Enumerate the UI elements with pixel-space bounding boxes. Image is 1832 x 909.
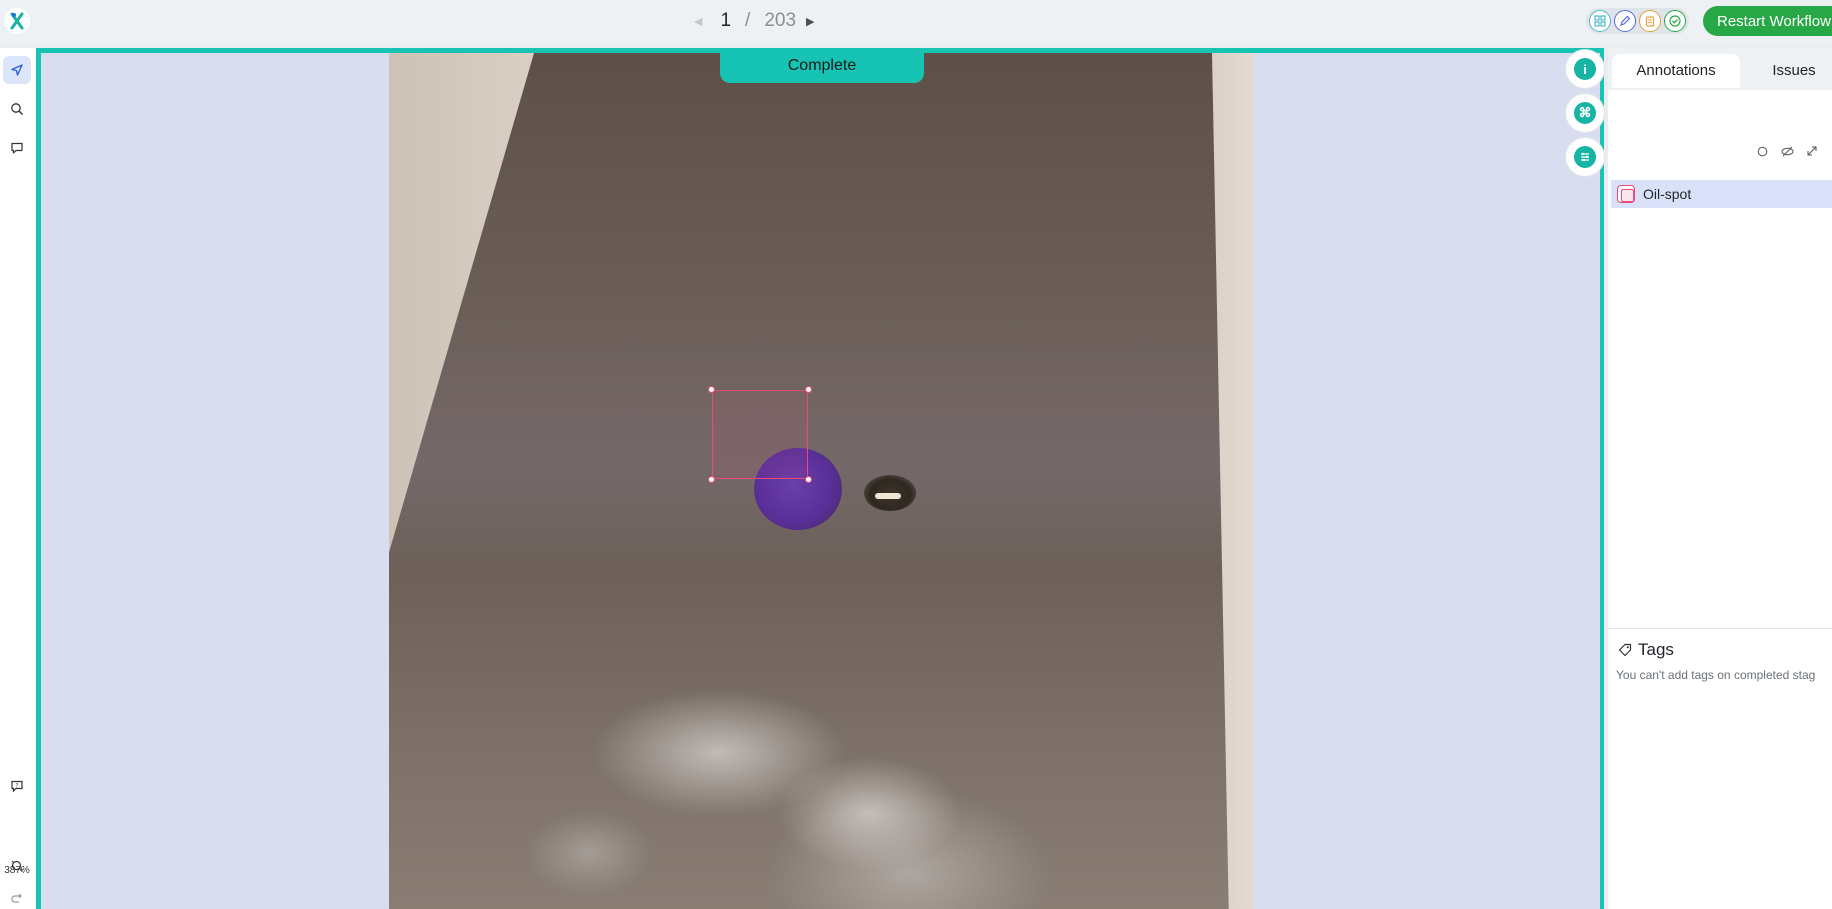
shortcuts-button[interactable]: ⌘ <box>1566 94 1604 132</box>
left-toolbar: ? 387% <box>0 48 36 909</box>
app-logo[interactable] <box>4 8 30 34</box>
zoom-fit-icon[interactable] <box>3 852 31 880</box>
tab-issues[interactable]: Issues <box>1744 54 1832 88</box>
filter-icon <box>1574 146 1596 168</box>
pencil-icon[interactable] <box>1614 10 1636 32</box>
next-page-button[interactable]: ▶ <box>806 15 814 28</box>
annotation-canvas[interactable] <box>36 48 1604 909</box>
annotation-label: Oil-spot <box>1643 186 1692 202</box>
comment-icon[interactable] <box>3 134 31 162</box>
polygon-class-icon <box>1617 185 1635 203</box>
right-wall-region <box>1212 53 1254 909</box>
pebble-highlight <box>875 493 901 499</box>
grid-icon[interactable] <box>1589 10 1611 32</box>
check-icon[interactable] <box>1664 10 1686 32</box>
top-bar: ◀ 1 / 203 ▶ Restart Workflow <box>0 0 1832 44</box>
resize-handle-bottom-left[interactable] <box>708 476 715 483</box>
info-button[interactable]: i <box>1566 50 1604 88</box>
garage-floor-image <box>389 53 1254 909</box>
info-icon: i <box>1574 58 1596 80</box>
panel-divider <box>1608 628 1832 629</box>
logo-icon <box>10 12 24 30</box>
tags-note: You can't add tags on completed stag <box>1616 668 1816 682</box>
panel-tabs: Annotations Issues <box>1608 48 1832 90</box>
circle-icon[interactable] <box>1754 143 1770 159</box>
left-wall-region <box>389 53 534 553</box>
tags-section-header: Tags <box>1618 640 1674 660</box>
stage-status-badge: Complete <box>720 49 924 83</box>
tags-title: Tags <box>1638 640 1674 659</box>
svg-text:?: ? <box>15 783 18 790</box>
prev-page-button[interactable]: ◀ <box>694 15 702 28</box>
current-page[interactable]: 1 <box>720 10 731 32</box>
search-icon[interactable] <box>3 95 31 123</box>
restart-workflow-button[interactable]: Restart Workflow <box>1703 6 1832 36</box>
clipboard-icon[interactable] <box>1639 10 1661 32</box>
eye-off-icon[interactable] <box>1779 143 1795 159</box>
shortcuts-icon: ⌘ <box>1574 102 1596 124</box>
resize-handle-top-right[interactable] <box>805 386 812 393</box>
pointer-icon[interactable] <box>3 56 31 84</box>
resize-handle-bottom-right[interactable] <box>805 476 812 483</box>
expand-icon[interactable] <box>1804 143 1820 159</box>
oil-spot-bounding-box[interactable] <box>708 386 812 483</box>
right-panel: Annotations Issues Oil-spot Tags You can… <box>1608 48 1832 909</box>
total-pages: 203 <box>764 10 797 31</box>
tag-icon <box>1618 643 1632 657</box>
annotation-item[interactable]: Oil-spot <box>1611 180 1832 208</box>
page-navigator: ◀ 1 / 203 ▶ <box>694 9 815 33</box>
help-icon[interactable]: ? <box>3 772 31 800</box>
page-separator: / <box>745 10 751 31</box>
workflow-stages <box>1586 8 1689 34</box>
resize-handle-top-left[interactable] <box>708 386 715 393</box>
tab-annotations[interactable]: Annotations <box>1612 54 1740 88</box>
filter-button[interactable] <box>1566 138 1604 176</box>
redo-icon[interactable] <box>3 885 31 909</box>
